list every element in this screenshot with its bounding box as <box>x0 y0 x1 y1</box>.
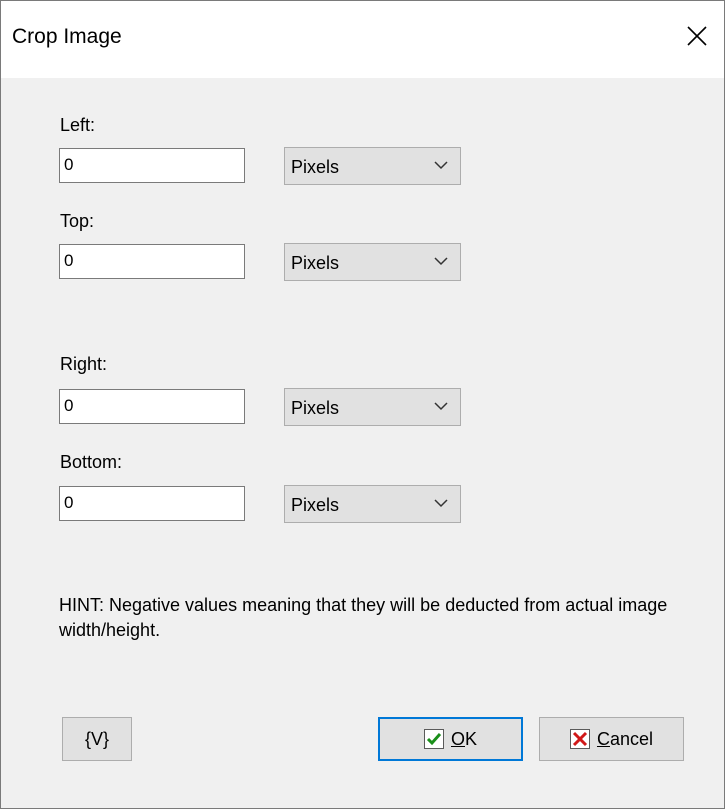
bottom-input[interactable]: 0 <box>59 486 245 521</box>
chevron-down-icon <box>434 499 448 508</box>
close-icon <box>687 26 707 46</box>
left-unit-select[interactable]: Pixels <box>284 147 461 185</box>
ok-button-label: OK <box>450 728 478 749</box>
checkmark-icon <box>423 729 444 749</box>
right-unit-select[interactable]: Pixels <box>284 388 461 426</box>
bottom-unit-select[interactable]: Pixels <box>284 485 461 523</box>
top-unit-value: Pixels <box>291 253 340 273</box>
left-input[interactable]: 0 <box>59 148 245 183</box>
top-unit-select[interactable]: Pixels <box>284 243 461 281</box>
crop-image-dialog: Crop Image Left: 0 Pixels Top: 0 Pixels <box>0 0 725 809</box>
right-input[interactable]: 0 <box>59 389 245 424</box>
x-icon <box>569 729 590 749</box>
right-unit-value: Pixels <box>291 398 340 418</box>
chevron-down-icon <box>434 402 448 411</box>
title-bar: Crop Image <box>1 1 724 78</box>
top-label: Top: <box>60 211 95 231</box>
chevron-down-icon <box>434 257 448 266</box>
dialog-body: Left: 0 Pixels Top: 0 Pixels Right: 0 Pi… <box>1 78 724 808</box>
window-title: Crop Image <box>12 25 122 48</box>
cancel-button-label: Cancel <box>596 728 654 749</box>
top-input[interactable]: 0 <box>59 244 245 279</box>
ok-button[interactable]: OK <box>378 717 523 761</box>
right-label: Right: <box>60 354 108 374</box>
variables-button-label: {V} <box>84 728 110 749</box>
close-button[interactable] <box>670 1 724 71</box>
left-label: Left: <box>60 115 96 135</box>
chevron-down-icon <box>434 161 448 170</box>
cancel-button[interactable]: Cancel <box>539 717 684 761</box>
variables-button[interactable]: {V} <box>62 717 132 761</box>
hint-text: HINT: Negative values meaning that they … <box>59 595 668 640</box>
bottom-label: Bottom: <box>60 452 123 472</box>
bottom-unit-value: Pixels <box>291 495 340 515</box>
left-unit-value: Pixels <box>291 157 340 177</box>
